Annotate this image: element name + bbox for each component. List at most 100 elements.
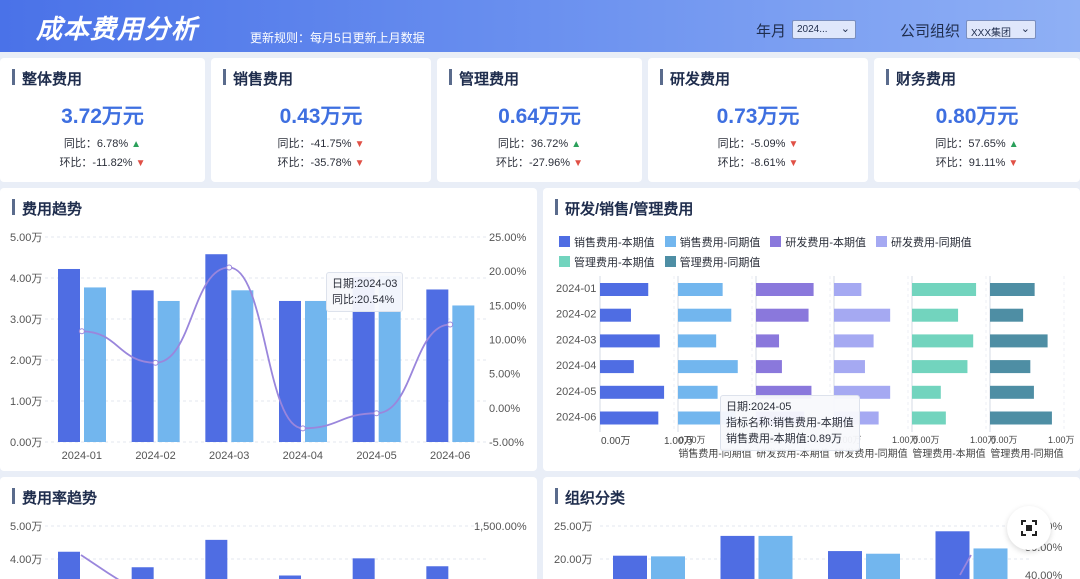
bar bbox=[912, 308, 959, 322]
year-filter-value: 2024... bbox=[797, 24, 828, 35]
y-tick-label: 2024-06 bbox=[556, 412, 596, 424]
rd-tooltip: 日期:2024-05 指标名称:销售费用-本期值 销售费用-本期值:0.89万 bbox=[720, 395, 860, 451]
bar-prior bbox=[973, 548, 1008, 579]
expense-trend-panel: 费用趋势 5.00万 4.00万 3.00万 2.00万 1.00万 0.00万 25.00… bbox=[0, 188, 537, 471]
bar bbox=[600, 411, 659, 425]
tooltip-line: 日期:2024-05 bbox=[726, 401, 792, 413]
bar-current bbox=[613, 555, 647, 579]
expense-rate-chart[interactable]: 5.00万 4.00万 1,500.00% bbox=[0, 477, 537, 579]
bar bbox=[756, 360, 782, 374]
kpi-title: 财务费用 bbox=[886, 68, 956, 89]
yoy-point bbox=[152, 359, 159, 366]
yoy-point bbox=[373, 410, 380, 417]
bar-current bbox=[58, 268, 80, 442]
org-filter-label: 公司组织 bbox=[900, 23, 961, 40]
focus-icon bbox=[1021, 520, 1037, 536]
bar-current bbox=[205, 254, 228, 442]
kpi-card-rd: 研发费用 0.73万元 同比：-5.09% ▼ 环比：-8.61% ▼ bbox=[648, 58, 868, 182]
arrow-down-icon: ▼ bbox=[135, 158, 146, 169]
kpi-mom: 环比：91.11% bbox=[935, 157, 1006, 169]
year-filter-select[interactable]: 2024... ⌄ bbox=[792, 20, 856, 39]
x-tick-label: 0.00万 bbox=[991, 435, 1018, 445]
kpi-yoy: 同比：57.65% bbox=[935, 138, 1006, 150]
bar bbox=[678, 360, 738, 374]
arrow-up-icon: ▲ bbox=[571, 139, 582, 150]
x-tick-label: 1.00万 bbox=[1048, 435, 1075, 445]
bar bbox=[834, 308, 891, 322]
page-title: 成本费用分析 bbox=[36, 14, 199, 44]
x-tick-label: 2024-06 bbox=[430, 450, 470, 462]
bar bbox=[990, 360, 1031, 374]
y-tick-label: 2024-02 bbox=[556, 309, 596, 321]
bar-current bbox=[828, 551, 862, 579]
kpi-title: 整体费用 bbox=[12, 68, 82, 89]
kpi-value: 0.43万元 bbox=[279, 105, 363, 128]
expense-trend-chart[interactable]: 5.00万 4.00万 3.00万 2.00万 1.00万 0.00万 25.00% 20.0… bbox=[0, 188, 537, 471]
kpi-value: 0.73万元 bbox=[716, 105, 800, 128]
kpi-card-management: 管理费用 0.64万元 同比：36.72% ▲ 环比：-27.96% ▼ bbox=[437, 58, 642, 182]
tooltip-line: 同比:20.54% bbox=[332, 294, 395, 306]
org-filter-select[interactable]: XXX集团 ⌄ bbox=[966, 20, 1036, 39]
bar-prior bbox=[305, 300, 327, 442]
bar bbox=[912, 411, 946, 425]
fullscreen-button[interactable] bbox=[1007, 506, 1051, 550]
bar bbox=[600, 308, 631, 322]
bar bbox=[912, 283, 977, 296]
bar bbox=[990, 334, 1048, 348]
x-tick-label: 0.00万 bbox=[601, 436, 630, 447]
kpi-value: 3.72万元 bbox=[61, 105, 144, 128]
bar-prior bbox=[231, 290, 254, 442]
header-bar: 成本费用分析 更新规则：每月5日更新上月数据 年月 2024... ⌄ 公司组织… bbox=[0, 0, 1080, 52]
y-tick-label: 2024-01 bbox=[556, 283, 596, 295]
year-filter-label: 年月 bbox=[756, 23, 787, 40]
rd-sales-mgmt-panel: 研发/销售/管理费用 销售费用-本期值 销售费用-同期值 研发费用-本期值 研发费用-… bbox=[543, 188, 1080, 471]
kpi-yoy: 同比：36.72% bbox=[497, 138, 569, 150]
bar-current bbox=[279, 575, 301, 579]
kpi-yoy: 同比：6.78% bbox=[63, 138, 129, 150]
bar bbox=[600, 360, 634, 374]
yoy-point bbox=[226, 264, 233, 271]
bar bbox=[990, 283, 1035, 296]
bar bbox=[678, 385, 718, 399]
kpi-title: 销售费用 bbox=[223, 68, 293, 89]
bar-current bbox=[131, 290, 154, 442]
panel-label: 管理费用-本期值 bbox=[912, 447, 985, 460]
kpi-card-sales: 销售费用 0.43万元 同比：-41.75% ▼ 环比：-35.78% ▼ bbox=[211, 58, 431, 182]
x-tick-label: 2024-05 bbox=[356, 450, 396, 462]
bar bbox=[600, 334, 660, 348]
arrow-down-icon: ▼ bbox=[354, 139, 365, 150]
y-tick-label: 2024-03 bbox=[556, 334, 596, 346]
y-tick-label: 1.00万 bbox=[10, 396, 42, 408]
x-tick-label: 0.00万 bbox=[913, 435, 940, 445]
kpi-title: 管理费用 bbox=[449, 68, 519, 89]
update-rule-text: 更新规则：每月5日更新上月数据 bbox=[250, 31, 425, 45]
y-tick-label: 0.00万 bbox=[10, 437, 42, 449]
bar bbox=[678, 334, 717, 348]
bar-current bbox=[935, 531, 970, 579]
bar bbox=[834, 360, 865, 374]
bar-prior bbox=[84, 287, 106, 442]
x-tick-label: 2024-03 bbox=[209, 450, 249, 462]
kpi-mom: 环比：-8.61% bbox=[717, 157, 786, 169]
y2-tick-label: 5.00% bbox=[489, 369, 520, 381]
bar-current bbox=[426, 566, 449, 579]
y-tick-label: 5.00万 bbox=[10, 521, 42, 533]
org-category-chart[interactable]: 25.00万20.00万60.00%50.00%40.00% bbox=[543, 477, 1080, 579]
kpi-mom: 环比：-35.78% bbox=[277, 157, 352, 169]
y2-tick-label: 10.00% bbox=[489, 335, 527, 347]
kpi-value: 0.64万元 bbox=[498, 105, 581, 128]
chevron-down-icon: ⌄ bbox=[840, 23, 850, 35]
y-tick-label: 5.00万 bbox=[10, 232, 42, 244]
kpi-value: 0.80万元 bbox=[935, 105, 1019, 128]
arrow-down-icon: ▼ bbox=[354, 158, 365, 169]
chevron-down-icon: ⌄ bbox=[1020, 23, 1030, 35]
bar bbox=[756, 308, 809, 322]
bar-current bbox=[58, 551, 80, 579]
bar-current bbox=[205, 539, 228, 579]
bar bbox=[990, 411, 1052, 425]
bar-current bbox=[352, 558, 375, 579]
x-tick-label: 2024-04 bbox=[283, 450, 323, 462]
bar-current bbox=[720, 535, 755, 579]
bar bbox=[834, 334, 874, 348]
bar-current bbox=[131, 567, 154, 579]
